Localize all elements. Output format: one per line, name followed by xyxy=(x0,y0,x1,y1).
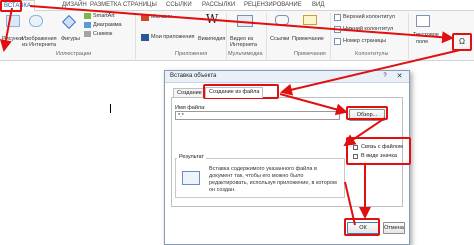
header-button[interactable]: Верхний колонтитул xyxy=(343,14,395,21)
group-separator xyxy=(135,13,136,59)
smartart-icon xyxy=(84,13,91,19)
group-comments-label: Примечания xyxy=(294,51,326,57)
highlight-ok-button xyxy=(344,218,380,236)
links-button[interactable]: Ссылки xyxy=(270,36,289,43)
help-icon[interactable]: ? xyxy=(379,72,391,81)
group-apps-label: Приложения xyxy=(175,51,208,57)
my-apps-button[interactable]: Мои приложения xyxy=(151,34,195,41)
link-icon[interactable] xyxy=(275,15,289,25)
group-media-label: Мультимедиа xyxy=(228,51,263,57)
smartart-button[interactable]: SmartArt xyxy=(93,13,115,20)
group-illustrations-label: Иллюстрации xyxy=(56,51,92,57)
text-box-button-line2[interactable]: поле xyxy=(416,39,428,46)
my-apps-icon xyxy=(141,34,149,41)
wikipedia-w-icon[interactable]: W xyxy=(205,13,219,25)
footer-button[interactable]: Нижний колонтитул xyxy=(343,26,393,33)
tab-references[interactable]: ССЫЛКИ xyxy=(166,1,192,10)
group-header-footer-label: Колонтитулы xyxy=(355,51,389,57)
pictures-button[interactable]: Рисунки xyxy=(2,36,23,43)
dialog-title-bar[interactable]: Вставка объекта ? ✕ xyxy=(165,71,409,83)
highlight-insert-tab xyxy=(0,0,22,12)
highlight-checkboxes xyxy=(346,137,411,165)
file-name-input[interactable] xyxy=(175,111,340,120)
shapes-button[interactable]: Фигуры xyxy=(61,36,80,43)
text-box-button-line1[interactable]: Текстовое xyxy=(413,32,439,39)
tab-view[interactable]: ВИД xyxy=(312,1,324,10)
result-label: Результат xyxy=(177,154,207,160)
header-icon xyxy=(334,14,341,21)
chart-icon xyxy=(84,22,91,28)
online-video-icon[interactable] xyxy=(237,15,253,27)
online-pictures-button[interactable]: Изображения из Интернета xyxy=(22,36,62,48)
comment-button[interactable]: Примечание xyxy=(292,36,324,43)
dialog-title: Вставка объекта xyxy=(170,73,217,79)
tab-design[interactable]: ДИЗАЙН xyxy=(62,1,87,10)
pictures-icon[interactable] xyxy=(6,15,20,27)
highlight-browse-button xyxy=(346,106,388,120)
online-pictures-icon[interactable] xyxy=(29,15,43,27)
close-icon[interactable]: ✕ xyxy=(393,72,406,81)
screenshot-icon xyxy=(84,31,91,37)
page-number-button[interactable]: Номер страницы xyxy=(343,38,386,45)
result-description: Вставка содержимого указанного файла в д… xyxy=(209,166,337,193)
tab-page-layout[interactable]: РАЗМЕТКА СТРАНИЦЫ xyxy=(90,1,157,10)
tab-create-from-file[interactable]: Создание из файла xyxy=(205,87,264,98)
wikipedia-button[interactable]: Википедия xyxy=(198,36,225,43)
text-box-icon[interactable] xyxy=(416,15,430,27)
group-separator xyxy=(266,13,267,59)
online-video-button[interactable]: Видео из Интернета xyxy=(230,36,264,48)
document-icon xyxy=(182,171,200,185)
page-number-icon xyxy=(334,38,341,45)
tab-review[interactable]: РЕЦЕНЗИРОВАНИЕ xyxy=(244,1,302,10)
store-button[interactable]: Магазин xyxy=(151,14,172,21)
group-separator xyxy=(330,13,331,59)
group-separator xyxy=(226,13,227,59)
highlight-object-button xyxy=(452,33,472,51)
footer-icon xyxy=(334,26,341,33)
screenshot-button[interactable]: Снимок xyxy=(93,31,112,38)
comment-icon[interactable] xyxy=(303,15,317,25)
shopping-bag-icon xyxy=(141,14,149,21)
ribbon-tab-bar: ВСТАВКА ДИЗАЙН РАЗМЕТКА СТРАНИЦЫ ССЫЛКИ … xyxy=(0,0,474,11)
cancel-button[interactable]: Отмена xyxy=(383,222,405,234)
tab-mailings[interactable]: РАССЫЛКИ xyxy=(202,1,235,10)
chart-button[interactable]: Диаграмма xyxy=(93,22,122,29)
text-cursor xyxy=(110,104,111,113)
group-separator xyxy=(408,13,409,59)
